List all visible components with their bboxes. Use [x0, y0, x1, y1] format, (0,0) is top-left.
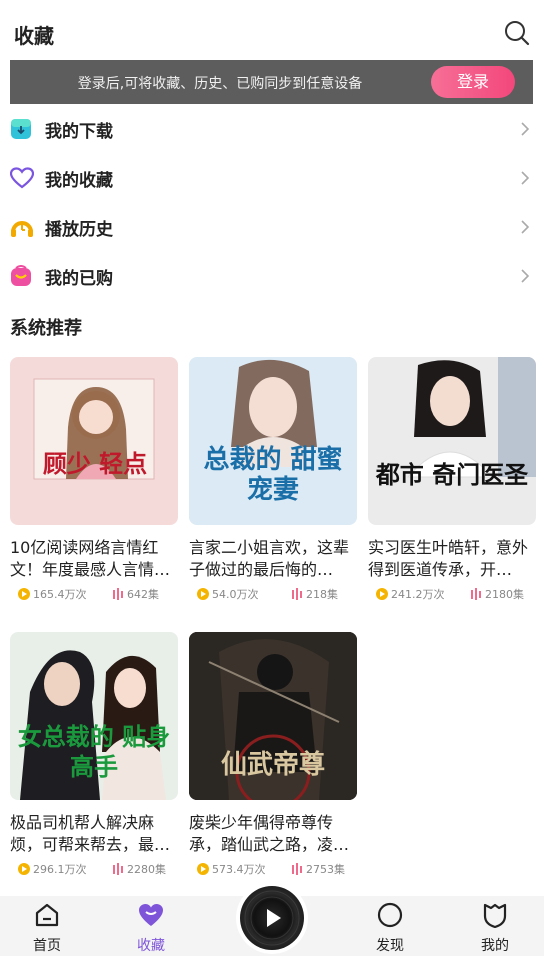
- login-prompt-text: 登录后,可将收藏、历史、已购同步到任意设备: [77, 76, 363, 92]
- book-card[interactable]: 女总裁的 贴身高手 极品司机帮人解决麻烦，可帮来帮去，最… 296.1万次 22…: [10, 632, 178, 882]
- episode-count-value: 2753集: [306, 863, 345, 876]
- play-count: 165.4万次: [18, 586, 87, 602]
- book-cover[interactable]: 都市 奇门医圣: [368, 357, 536, 525]
- book-cover[interactable]: 顾少 轻点: [10, 357, 178, 525]
- book-stats: 573.4万次 2753集: [189, 861, 359, 877]
- download-icon: [10, 118, 32, 140]
- book-title: 10亿阅读网络言情红文！年度最感人言情…: [10, 538, 171, 579]
- play-count-icon: [18, 863, 30, 875]
- menu-item-downloads[interactable]: 我的下载: [0, 104, 544, 153]
- cover-title: 仙武帝尊: [220, 750, 325, 780]
- episode-count-value: 2280集: [127, 863, 166, 876]
- tab-profile[interactable]: 我的: [450, 896, 540, 956]
- play-count: 296.1万次: [18, 861, 87, 877]
- book-stats: 296.1万次 2280集: [10, 861, 180, 877]
- episode-count: 2180集: [470, 586, 524, 602]
- episode-count: 218集: [291, 586, 338, 602]
- section-title: 系统推荐: [10, 318, 82, 339]
- cover-title: 女总裁的 贴身高手: [17, 722, 171, 781]
- play-count-icon: [376, 588, 388, 600]
- play-count-value: 573.4万次: [212, 863, 266, 876]
- cover-title: 顾少 轻点: [42, 449, 148, 478]
- book-cover[interactable]: 仙武帝尊: [189, 632, 357, 800]
- episode-count-value: 642集: [127, 588, 159, 601]
- book-card[interactable]: 都市 奇门医圣 实习医生叶皓轩，意外得到医道传承，开… 241.2万次 2180…: [368, 357, 536, 607]
- tab-home[interactable]: 首页: [2, 896, 92, 956]
- play-count-value: 241.2万次: [391, 588, 445, 601]
- play-count-icon: [197, 588, 209, 600]
- play-count-value: 165.4万次: [33, 588, 87, 601]
- search-icon[interactable]: [502, 18, 532, 48]
- episodes-icon: [292, 863, 302, 875]
- episodes-icon: [113, 588, 123, 600]
- page-title: 收藏: [14, 24, 54, 48]
- menu-label: 我的已购: [45, 269, 113, 289]
- tab-favorites[interactable]: 收藏: [106, 896, 196, 956]
- play-count-value: 54.0万次: [212, 588, 259, 601]
- play-count: 573.4万次: [197, 861, 266, 877]
- episodes-icon: [292, 588, 302, 600]
- book-title: 言家二小姐言欢，这辈子做过的最后悔的…: [189, 538, 350, 579]
- profile-icon: [482, 902, 508, 929]
- episodes-icon: [113, 863, 123, 875]
- chevron-right-icon: [520, 219, 530, 234]
- episode-count: 2753集: [291, 861, 345, 877]
- record-disc-icon: [240, 886, 304, 950]
- chevron-right-icon: [520, 121, 530, 136]
- play-count: 241.2万次: [376, 586, 445, 602]
- play-icon: [267, 909, 281, 927]
- chevron-right-icon: [520, 268, 530, 283]
- login-banner: 登录后,可将收藏、历史、已购同步到任意设备 登录: [10, 60, 533, 104]
- book-stats: 241.2万次 2180集: [368, 586, 538, 602]
- menu-label: 播放历史: [45, 220, 113, 240]
- login-button[interactable]: 登录: [431, 66, 515, 98]
- episode-count-value: 218集: [306, 588, 338, 601]
- book-cover[interactable]: 总裁的 甜蜜宠妻: [189, 357, 357, 525]
- tab-discover[interactable]: 发现: [345, 896, 435, 956]
- tab-label: 我的: [481, 938, 509, 954]
- chevron-right-icon: [520, 170, 530, 185]
- book-title: 实习医生叶皓轩，意外得到医道传承，开…: [368, 538, 529, 579]
- cover-title: 总裁的 甜蜜宠妻: [203, 445, 343, 505]
- history-icon: [10, 216, 33, 238]
- book-title: 极品司机帮人解决麻烦，可帮来帮去，最…: [10, 813, 171, 854]
- discover-icon: [377, 902, 403, 928]
- episode-count-value: 2180集: [485, 588, 524, 601]
- episodes-icon: [471, 588, 481, 600]
- menu-item-history[interactable]: 播放历史: [0, 202, 544, 251]
- menu-item-purchased[interactable]: 我的已购: [0, 251, 544, 300]
- book-title: 废柴少年偶得帝尊传承，踏仙武之路，凌…: [189, 813, 350, 854]
- home-icon: [34, 902, 60, 928]
- book-card[interactable]: 顾少 轻点 10亿阅读网络言情红文！年度最感人言情… 165.4万次 642集: [10, 357, 178, 607]
- book-card[interactable]: 总裁的 甜蜜宠妻 言家二小姐言欢，这辈子做过的最后悔的… 54.0万次 218集: [189, 357, 357, 607]
- favorites-icon: [138, 902, 164, 928]
- play-count-icon: [197, 863, 209, 875]
- episode-count: 2280集: [112, 861, 166, 877]
- purchased-icon: [10, 265, 32, 287]
- cover-title: 都市 奇门医圣: [375, 460, 529, 489]
- play-count-value: 296.1万次: [33, 863, 87, 876]
- tab-label: 首页: [33, 938, 61, 954]
- book-stats: 165.4万次 642集: [10, 586, 180, 602]
- episode-count: 642集: [112, 586, 159, 602]
- play-count-icon: [18, 588, 30, 600]
- book-stats: 54.0万次 218集: [189, 586, 359, 602]
- menu-list: 我的下载 我的收藏 播放历史 我的已购: [0, 104, 544, 300]
- header: 收藏: [0, 0, 544, 62]
- heart-icon: [9, 167, 35, 189]
- tab-label: 发现: [376, 938, 404, 954]
- tab-label: 收藏: [137, 938, 165, 954]
- menu-item-favorites[interactable]: 我的收藏: [0, 153, 544, 202]
- now-playing-button[interactable]: [236, 882, 308, 954]
- book-card[interactable]: 仙武帝尊 废柴少年偶得帝尊传承，踏仙武之路，凌… 573.4万次 2753集: [189, 632, 357, 882]
- menu-label: 我的下载: [45, 122, 113, 142]
- menu-label: 我的收藏: [45, 171, 113, 191]
- book-cover[interactable]: 女总裁的 贴身高手: [10, 632, 178, 800]
- play-count: 54.0万次: [197, 586, 259, 602]
